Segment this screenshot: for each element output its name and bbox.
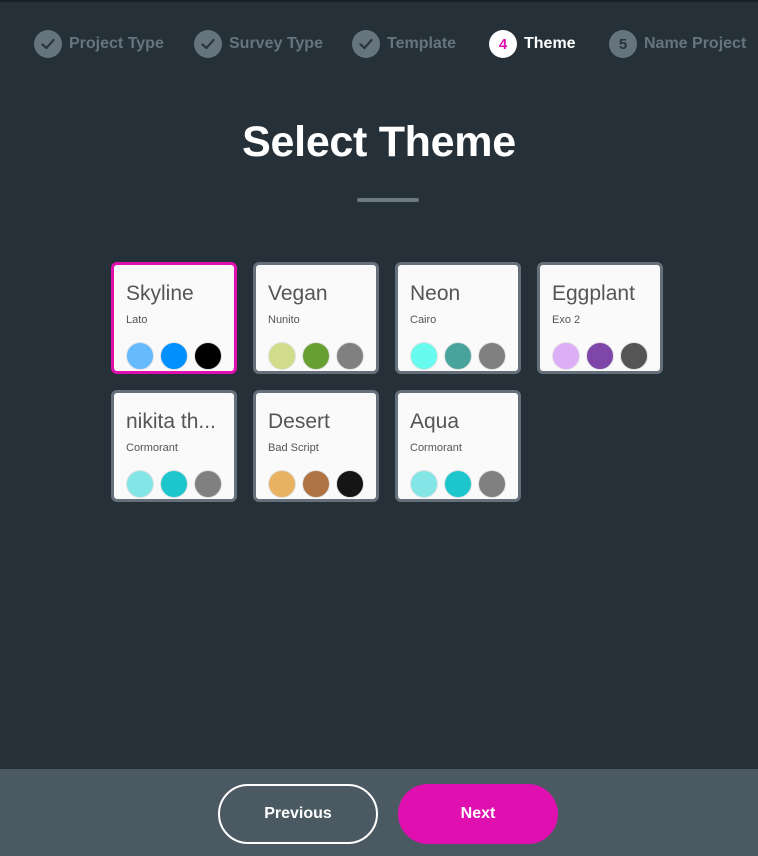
theme-card-nikita[interactable]: nikita th... Cormorant: [111, 390, 237, 502]
theme-name: Neon: [410, 282, 461, 305]
color-swatch: [160, 470, 188, 498]
color-swatch: [302, 342, 330, 370]
color-swatch: [444, 342, 472, 370]
color-swatches: [552, 342, 648, 370]
theme-font: Nunito: [268, 314, 300, 326]
theme-grid: Skyline Lato Vegan Nunito Neon Cairo Egg…: [111, 262, 671, 502]
theme-font: Exo 2: [552, 314, 581, 326]
color-swatch: [268, 470, 296, 498]
color-swatch: [478, 470, 506, 498]
color-swatch: [410, 342, 438, 370]
check-icon: [352, 30, 380, 58]
step-label: Template: [387, 35, 457, 52]
check-icon: [194, 30, 222, 58]
theme-font: Cormorant: [126, 442, 178, 454]
theme-font: Bad Script: [268, 442, 319, 454]
color-swatches: [410, 342, 506, 370]
top-border: [0, 0, 758, 2]
color-swatch: [620, 342, 648, 370]
step-theme[interactable]: 4 Theme: [489, 30, 576, 58]
color-swatch: [336, 470, 364, 498]
theme-name: Aqua: [410, 410, 460, 433]
theme-font: Cormorant: [410, 442, 462, 454]
color-swatches: [126, 342, 222, 370]
color-swatch: [302, 470, 330, 498]
theme-font: Cairo: [410, 314, 437, 326]
color-swatch: [194, 342, 222, 370]
color-swatches: [410, 470, 506, 498]
color-swatch: [126, 342, 154, 370]
color-swatch: [160, 342, 188, 370]
step-survey-type[interactable]: Survey Type: [194, 30, 323, 58]
theme-name: Eggplant: [552, 282, 635, 305]
theme-card-eggplant[interactable]: Eggplant Exo 2: [537, 262, 663, 374]
theme-name: Skyline: [126, 282, 194, 305]
progress-stepper: Project Type Survey Type Template 4 Them…: [0, 30, 758, 60]
next-button[interactable]: Next: [398, 784, 558, 844]
color-swatch: [336, 342, 364, 370]
color-swatch: [552, 342, 580, 370]
check-icon: [34, 30, 62, 58]
color-swatch: [268, 342, 296, 370]
footer-bar: Previous Next: [0, 769, 758, 856]
color-swatch: [410, 470, 438, 498]
step-number: 5: [609, 30, 637, 58]
theme-font: Lato: [126, 314, 148, 326]
color-swatch: [194, 470, 222, 498]
theme-card-skyline[interactable]: Skyline Lato: [111, 262, 237, 374]
step-label: Survey Type: [229, 35, 323, 52]
theme-card-vegan[interactable]: Vegan Nunito: [253, 262, 379, 374]
color-swatches: [268, 470, 364, 498]
theme-name: Desert: [268, 410, 330, 433]
theme-card-aqua[interactable]: Aqua Cormorant: [395, 390, 521, 502]
previous-button[interactable]: Previous: [218, 784, 378, 844]
title-divider: [357, 198, 419, 202]
color-swatches: [126, 470, 222, 498]
theme-card-desert[interactable]: Desert Bad Script: [253, 390, 379, 502]
step-label: Project Type: [69, 35, 164, 52]
color-swatch: [126, 470, 154, 498]
step-template[interactable]: Template: [352, 30, 456, 58]
color-swatches: [268, 342, 364, 370]
color-swatch: [478, 342, 506, 370]
theme-name: Vegan: [268, 282, 328, 305]
page-title: Select Theme: [242, 118, 516, 166]
color-swatch: [586, 342, 614, 370]
step-number: 4: [489, 30, 517, 58]
color-swatch: [444, 470, 472, 498]
step-label: Theme: [524, 35, 576, 52]
step-label: Name Project: [644, 35, 747, 52]
theme-card-neon[interactable]: Neon Cairo: [395, 262, 521, 374]
theme-name: nikita th...: [126, 410, 216, 433]
step-name-project[interactable]: 5 Name Project: [609, 30, 746, 58]
step-project-type[interactable]: Project Type: [34, 30, 164, 58]
